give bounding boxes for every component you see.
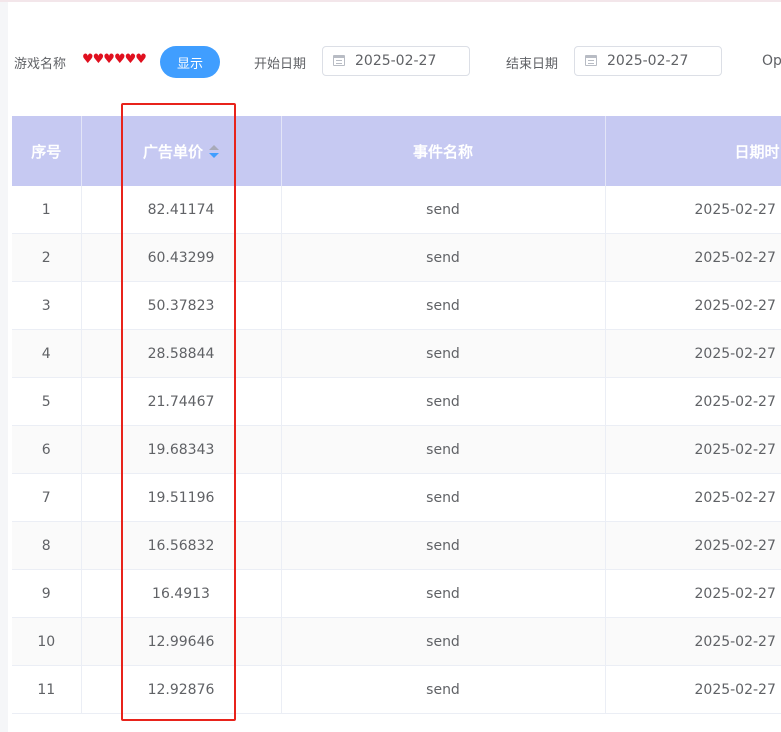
cell-date: 2025-02-27 1: [605, 521, 781, 570]
table-row[interactable]: 5 21.74467 send 2025-02-27 1: [12, 377, 781, 426]
cell-date: 2025-02-27 1: [605, 665, 781, 714]
cell-event: send: [281, 617, 606, 666]
header-price[interactable]: 广告单价: [81, 116, 282, 186]
cell-event: send: [281, 665, 606, 714]
calendar-icon: [585, 55, 597, 66]
cell-date: 2025-02-27 1: [605, 186, 781, 234]
end-date-label: 结束日期: [506, 57, 559, 72]
table-row[interactable]: 6 19.68343 send 2025-02-27 1: [12, 425, 781, 474]
left-gutter: [0, 2, 8, 732]
cell-price: 12.92876: [81, 665, 282, 714]
header-index: 序号: [12, 116, 82, 186]
cell-date: 2025-02-27 1: [605, 233, 781, 282]
cell-date: 2025-02-27 1: [605, 473, 781, 522]
end-date-picker[interactable]: 2025-02-27: [574, 46, 722, 76]
cell-price: 19.51196: [81, 473, 282, 522]
data-table: 序号 广告单价 事件名称 日期时 1 82.41174 send 2025-02-27…: [12, 116, 781, 716]
table-row[interactable]: 9 16.4913 send 2025-02-27 1: [12, 569, 781, 618]
cell-event: send: [281, 569, 606, 618]
cell-date: 2025-02-27 1: [605, 617, 781, 666]
cell-date: 2025-02-27 1: [605, 377, 781, 426]
cell-event: send: [281, 186, 606, 234]
cell-event: send: [281, 281, 606, 330]
cell-event: send: [281, 329, 606, 378]
start-date-picker[interactable]: 2025-02-27: [322, 46, 470, 76]
table-row[interactable]: 3 50.37823 send 2025-02-27 1: [12, 281, 781, 330]
table-row[interactable]: 1 82.41174 send 2025-02-27 1: [12, 186, 781, 234]
cell-price: 19.68343: [81, 425, 282, 474]
cell-index: 7: [12, 473, 82, 522]
header-date: 日期时: [605, 116, 781, 186]
game-name-label: 游戏名称: [14, 57, 67, 72]
calendar-icon: [333, 55, 345, 66]
cell-price: 16.4913: [81, 569, 282, 618]
cell-event: send: [281, 425, 606, 474]
header-event: 事件名称: [281, 116, 606, 186]
cell-price: 28.58844: [81, 329, 282, 378]
cell-index: 2: [12, 233, 82, 282]
top-divider: [0, 0, 781, 2]
table-header-row: 序号 广告单价 事件名称 日期时: [12, 116, 781, 186]
cell-index: 10: [12, 617, 82, 666]
cell-date: 2025-02-27 1: [605, 425, 781, 474]
header-label: 序号: [31, 142, 62, 161]
cell-price: 16.56832: [81, 521, 282, 570]
filter-bar: 游戏名称 ♥♥♥♥♥♥ 显示 开始日期 2025-02-27 结束日期 2025…: [0, 40, 781, 84]
table-row[interactable]: 7 19.51196 send 2025-02-27 1: [12, 473, 781, 522]
table-body: 1 82.41174 send 2025-02-27 1 2 60.43299 send 20…: [12, 186, 781, 714]
cell-index: 6: [12, 425, 82, 474]
cell-event: send: [281, 233, 606, 282]
cell-date: 2025-02-27 1: [605, 281, 781, 330]
cell-date: 2025-02-27 1: [605, 329, 781, 378]
cell-index: 9: [12, 569, 82, 618]
cell-index: 8: [12, 521, 82, 570]
start-date-value: 2025-02-27: [355, 53, 437, 69]
cell-index: 5: [12, 377, 82, 426]
table-row[interactable]: 10 12.99646 send 2025-02-27 1: [12, 617, 781, 666]
cell-date: 2025-02-27 1: [605, 569, 781, 618]
header-label: 日期时: [734, 142, 780, 161]
header-label: 事件名称: [412, 142, 473, 161]
extra-filter-label: Op: [762, 53, 781, 69]
cell-price: 12.99646: [81, 617, 282, 666]
header-label: 广告单价: [142, 142, 203, 161]
cell-price: 50.37823: [81, 281, 282, 330]
cell-event: send: [281, 473, 606, 522]
cell-price: 60.43299: [81, 233, 282, 282]
table-row[interactable]: 11 12.92876 send 2025-02-27 1: [12, 665, 781, 714]
cell-price: 82.41174: [81, 186, 282, 234]
cell-index: 4: [12, 329, 82, 378]
sort-caret-icon[interactable]: [209, 145, 219, 159]
end-date-value: 2025-02-27: [607, 53, 689, 69]
game-name-value[interactable]: ♥♥♥♥♥♥: [82, 52, 147, 67]
show-button[interactable]: 显示: [160, 46, 220, 78]
cell-event: send: [281, 521, 606, 570]
cell-price: 21.74467: [81, 377, 282, 426]
cell-event: send: [281, 377, 606, 426]
table-row[interactable]: 8 16.56832 send 2025-02-27 1: [12, 521, 781, 570]
cell-index: 3: [12, 281, 82, 330]
table-row[interactable]: 2 60.43299 send 2025-02-27 1: [12, 233, 781, 282]
cell-index: 1: [12, 186, 82, 234]
cell-index: 11: [12, 665, 82, 714]
table-row[interactable]: 4 28.58844 send 2025-02-27 1: [12, 329, 781, 378]
start-date-label: 开始日期: [254, 57, 307, 72]
